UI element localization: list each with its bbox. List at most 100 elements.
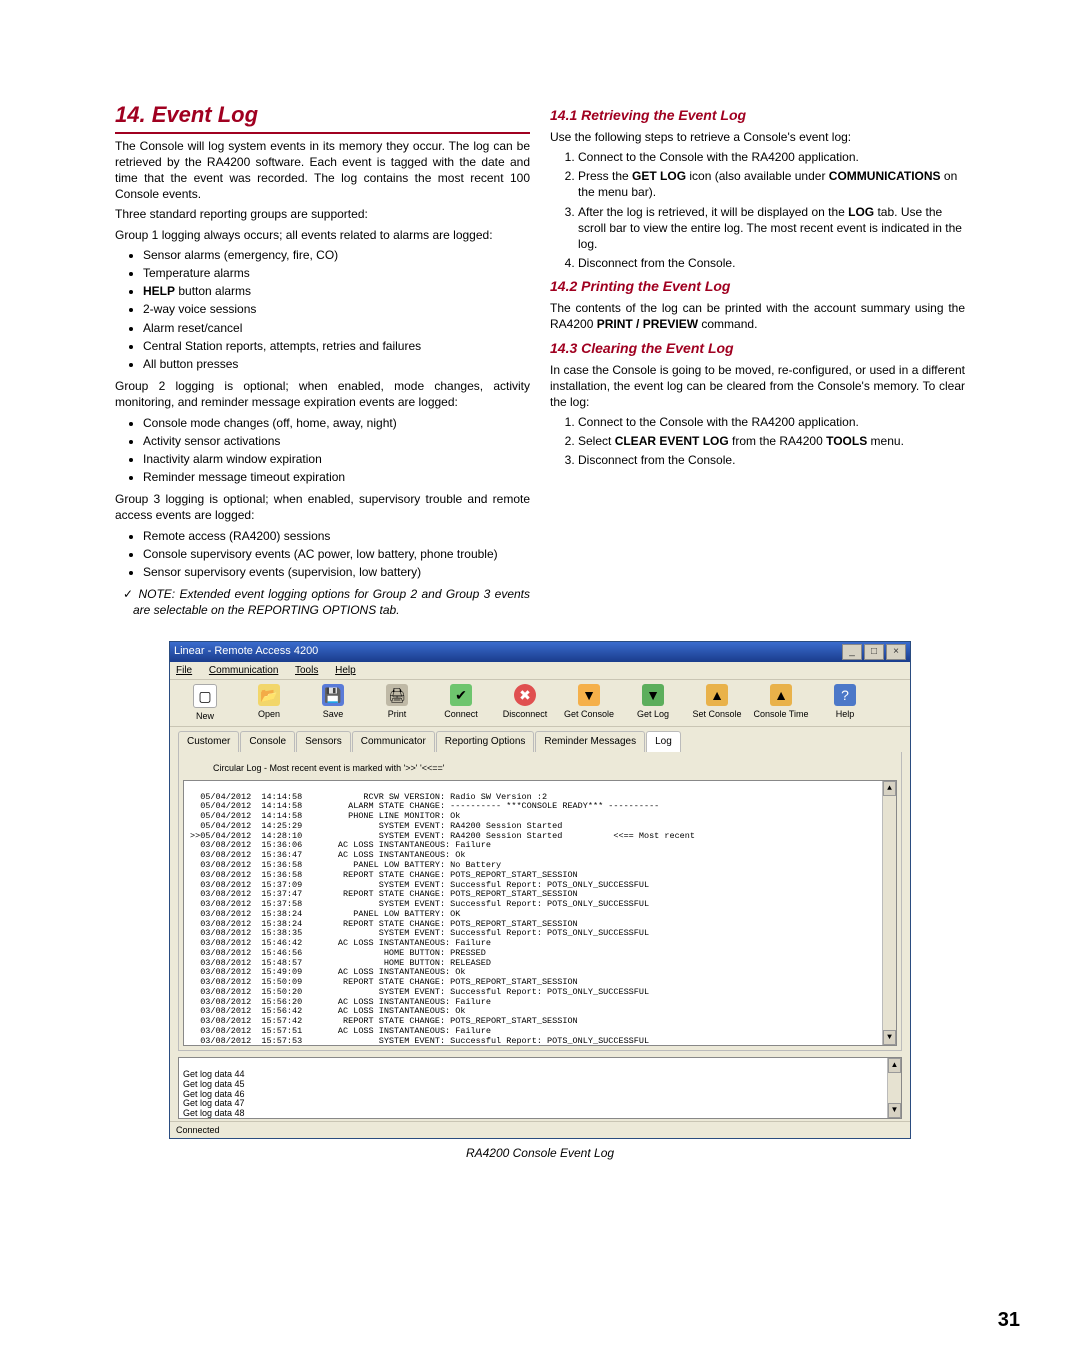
- group2-list: Console mode changes (off, home, away, n…: [143, 415, 530, 486]
- scroll-up-button[interactable]: ▲: [888, 1058, 901, 1073]
- list-item: Sensor supervisory events (supervision, …: [143, 564, 530, 580]
- toolbar-label: New: [196, 710, 214, 722]
- list-item: All button presses: [143, 356, 530, 372]
- menu-help[interactable]: Help: [335, 665, 356, 676]
- list-item: Console supervisory events (AC power, lo…: [143, 546, 530, 562]
- list-item: Inactivity alarm window expiration: [143, 451, 530, 467]
- minimize-button[interactable]: _: [842, 644, 862, 660]
- log-content: 05/04/2012 14:14:58 RCVR SW VERSION: Rad…: [190, 792, 695, 1046]
- print-icon: 🖨: [386, 684, 408, 706]
- download-icon: ▼: [642, 684, 664, 706]
- group3-lead: Group 3 logging is optional; when enable…: [115, 491, 530, 523]
- list-item: Central Station reports, attempts, retri…: [143, 338, 530, 354]
- new-button[interactable]: ▢ New: [176, 684, 234, 722]
- page-number: 31: [998, 1307, 1020, 1334]
- toolbar-label: Disconnect: [503, 708, 548, 720]
- toolbar-label: Connect: [444, 708, 478, 720]
- toolbar: ▢ New 📂 Open 💾 Save 🖨 Print ✔ Connect ✖ Discon…: [170, 680, 910, 727]
- list-item: Connect to the Console with the RA4200 a…: [578, 414, 965, 430]
- list-item: Disconnect from the Console.: [578, 452, 965, 468]
- log-label: Circular Log - Most recent event is mark…: [183, 760, 897, 778]
- save-button[interactable]: 💾 Save: [304, 684, 362, 722]
- left-column: 14. Event Log The Console will log syste…: [115, 100, 530, 619]
- two-column-layout: 14. Event Log The Console will log syste…: [115, 100, 965, 619]
- tab-console[interactable]: Console: [240, 731, 295, 752]
- vertical-scrollbar[interactable]: ▲ ▼: [882, 781, 896, 1045]
- figure-caption: RA4200 Console Event Log: [115, 1145, 965, 1161]
- tab-reporting-options[interactable]: Reporting Options: [436, 731, 535, 752]
- toolbar-label: Save: [323, 708, 344, 720]
- toolbar-label: Get Log: [637, 708, 669, 720]
- connect-icon: ✔: [450, 684, 472, 706]
- open-button[interactable]: 📂 Open: [240, 684, 298, 722]
- folder-icon: 📂: [258, 684, 280, 706]
- upload-icon: ▲: [706, 684, 728, 706]
- scroll-down-button[interactable]: ▼: [883, 1030, 896, 1045]
- new-icon: ▢: [193, 684, 217, 708]
- group3-list: Remote access (RA4200) sessions Console …: [143, 528, 530, 581]
- menubar: File Communication Tools Help: [170, 662, 910, 681]
- maximize-button[interactable]: □: [864, 644, 884, 660]
- list-item: Press the GET LOG icon (also available u…: [578, 168, 965, 200]
- help-icon: ?: [834, 684, 856, 706]
- subsection-heading: 14.1 Retrieving the Event Log: [550, 106, 965, 125]
- list-item: Sensor alarms (emergency, fire, CO): [143, 247, 530, 263]
- scroll-down-button[interactable]: ▼: [888, 1103, 901, 1118]
- set-console-button[interactable]: ▲ Set Console: [688, 684, 746, 722]
- menu-file[interactable]: File: [176, 665, 192, 676]
- list-item: Disconnect from the Console.: [578, 255, 965, 271]
- save-icon: 💾: [322, 684, 344, 706]
- download-icon: ▼: [578, 684, 600, 706]
- list-item: Remote access (RA4200) sessions: [143, 528, 530, 544]
- tab-sensors[interactable]: Sensors: [296, 731, 351, 752]
- subsection-heading: 14.3 Clearing the Event Log: [550, 339, 965, 358]
- status-content: Get log data 44 Get log data 45 Get log …: [183, 1069, 245, 1119]
- clock-icon: ▲: [770, 684, 792, 706]
- intro-paragraph-1: The Console will log system events in it…: [115, 138, 530, 203]
- status-bar: Connected: [170, 1121, 910, 1138]
- log-textbox[interactable]: 05/04/2012 14:14:58 RCVR SW VERSION: Rad…: [183, 780, 897, 1046]
- tab-reminder-messages[interactable]: Reminder Messages: [535, 731, 645, 752]
- connect-button[interactable]: ✔ Connect: [432, 684, 490, 722]
- tab-communicator[interactable]: Communicator: [352, 731, 435, 752]
- status-output[interactable]: Get log data 44 Get log data 45 Get log …: [178, 1057, 902, 1119]
- app-window: Linear - Remote Access 4200 _ □ × File C…: [169, 641, 911, 1139]
- list-item: Alarm reset/cancel: [143, 320, 530, 336]
- print-button[interactable]: 🖨 Print: [368, 684, 426, 722]
- toolbar-label: Help: [836, 708, 855, 720]
- get-log-button[interactable]: ▼ Get Log: [624, 684, 682, 722]
- toolbar-label: Set Console: [692, 708, 741, 720]
- titlebar[interactable]: Linear - Remote Access 4200 _ □ ×: [170, 642, 910, 662]
- list-item: Temperature alarms: [143, 265, 530, 281]
- document-page: 14. Event Log The Console will log syste…: [0, 0, 1080, 1364]
- console-time-button[interactable]: ▲Console Time: [752, 684, 810, 722]
- subsection-heading: 14.2 Printing the Event Log: [550, 277, 965, 296]
- group1-lead: Group 1 logging always occurs; all event…: [115, 227, 530, 243]
- list-item: Activity sensor activations: [143, 433, 530, 449]
- help-button[interactable]: ? Help: [816, 684, 874, 722]
- note-paragraph: NOTE: Extended event logging options for…: [133, 586, 530, 618]
- disconnect-button[interactable]: ✖ Disconnect: [496, 684, 554, 722]
- close-button[interactable]: ×: [886, 644, 906, 660]
- clear-steps: Connect to the Console with the RA4200 a…: [562, 414, 965, 469]
- tab-log[interactable]: Log: [646, 731, 681, 752]
- intro-paragraph-2: Three standard reporting groups are supp…: [115, 206, 530, 222]
- tab-customer[interactable]: Customer: [178, 731, 239, 752]
- menu-tools[interactable]: Tools: [295, 665, 318, 676]
- list-item: After the log is retrieved, it will be d…: [578, 204, 965, 253]
- get-console-button[interactable]: ▼Get Console: [560, 684, 618, 722]
- menu-communication[interactable]: Communication: [209, 665, 278, 676]
- toolbar-label: Open: [258, 708, 280, 720]
- toolbar-label: Print: [388, 708, 407, 720]
- list-item: Reminder message timeout expiration: [143, 469, 530, 485]
- window-controls: _ □ ×: [842, 644, 906, 660]
- scroll-up-button[interactable]: ▲: [883, 781, 896, 796]
- disconnect-icon: ✖: [514, 684, 536, 706]
- subsection-body: In case the Console is going to be moved…: [550, 362, 965, 411]
- list-item: Connect to the Console with the RA4200 a…: [578, 149, 965, 165]
- group2-lead: Group 2 logging is optional; when enable…: [115, 378, 530, 410]
- list-item: Console mode changes (off, home, away, n…: [143, 415, 530, 431]
- subsection-intro: Use the following steps to retrieve a Co…: [550, 129, 965, 145]
- window-title: Linear - Remote Access 4200: [174, 644, 318, 659]
- vertical-scrollbar[interactable]: ▲ ▼: [887, 1058, 901, 1118]
